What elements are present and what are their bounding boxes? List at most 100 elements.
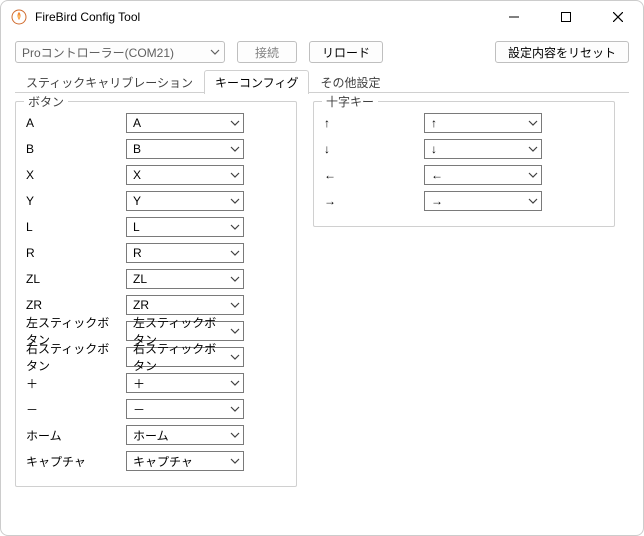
tab-key-config[interactable]: キーコンフィグ [204, 70, 309, 94]
group-dpad: 十字キー ↑↑↓↓←←→→ [313, 101, 615, 227]
mapping-select[interactable]: 右スティックボタン [126, 347, 244, 367]
titlebar: FireBird Config Tool [1, 1, 643, 33]
mapping-row: ↑↑ [324, 110, 604, 136]
mapping-select-value: L [133, 220, 140, 234]
mapping-select-value: 右スティックボタン [133, 340, 225, 374]
app-icon [11, 9, 27, 25]
mapping-select-value: X [133, 168, 141, 182]
mapping-row: YY [26, 188, 286, 214]
mapping-row: ZL ZL [26, 266, 286, 292]
mapping-row: ＋＋ [26, 370, 286, 396]
chevron-down-icon [528, 172, 538, 178]
mapping-label: ZR [26, 298, 118, 312]
mapping-select[interactable]: － [126, 399, 244, 419]
mapping-select[interactable]: ← [424, 165, 542, 185]
reload-button[interactable]: リロード [309, 41, 383, 63]
mapping-label: X [26, 168, 118, 182]
mapping-select-value: ↑ [431, 116, 437, 130]
mapping-label: A [26, 116, 118, 130]
tab-label: その他設定 [320, 76, 380, 90]
mapping-select-value: → [431, 194, 443, 208]
mapping-label: ↑ [324, 116, 416, 130]
mapping-select-value: ZL [133, 272, 147, 286]
chevron-down-icon [230, 328, 240, 334]
tabstrip: スティックキャリブレーション キーコンフィグ その他設定 [1, 69, 643, 93]
mapping-select[interactable]: L [126, 217, 244, 237]
mapping-label: B [26, 142, 118, 156]
app-window: FireBird Config Tool Proコントローラー(COM21) 接… [0, 0, 644, 536]
window-title: FireBird Config Tool [35, 10, 140, 24]
mapping-select[interactable]: X [126, 165, 244, 185]
connect-button-label: 接続 [255, 44, 279, 61]
chevron-down-icon [528, 198, 538, 204]
toolbar: Proコントローラー(COM21) 接続 リロード 設定内容をリセット [1, 33, 643, 69]
mapping-select[interactable]: R [126, 243, 244, 263]
mapping-label: ↓ [324, 142, 416, 156]
maximize-button[interactable] [543, 2, 589, 32]
mapping-row: 右スティックボタン右スティックボタン [26, 344, 286, 370]
mapping-select[interactable]: A [126, 113, 244, 133]
mapping-label: ホーム [26, 427, 118, 444]
chevron-down-icon [230, 432, 240, 438]
connect-button[interactable]: 接続 [237, 41, 297, 63]
chevron-down-icon [230, 224, 240, 230]
mapping-select-value: A [133, 116, 141, 130]
chevron-down-icon [230, 380, 240, 386]
mapping-label: ZL [26, 272, 118, 286]
mapping-select[interactable]: ZR [126, 295, 244, 315]
chevron-down-icon [230, 276, 240, 282]
mapping-label: → [324, 194, 416, 208]
mapping-select-value: キャプチャ [133, 453, 193, 470]
mapping-row: ホームホーム [26, 422, 286, 448]
mapping-select-value: ← [431, 168, 443, 182]
mapping-select[interactable]: 左スティックボタン [126, 321, 244, 341]
minimize-button[interactable] [491, 2, 537, 32]
mapping-select[interactable]: ↓ [424, 139, 542, 159]
chevron-down-icon [230, 354, 240, 360]
tab-content: ボタン AABBXXYYLLRRZLZLZRZR左スティックボタン左スティックボ… [1, 93, 643, 535]
mapping-row: AA [26, 110, 286, 136]
mapping-row: BB [26, 136, 286, 162]
mapping-row: LL [26, 214, 286, 240]
mapping-select-value: － [133, 401, 145, 418]
chevron-down-icon [230, 250, 240, 256]
mapping-select[interactable]: ＋ [126, 373, 244, 393]
mapping-select[interactable]: Y [126, 191, 244, 211]
mapping-row: RR [26, 240, 286, 266]
reset-button[interactable]: 設定内容をリセット [495, 41, 629, 63]
chevron-down-icon [230, 120, 240, 126]
reload-button-label: リロード [322, 44, 370, 61]
tab-label: スティックキャリブレーション [26, 76, 193, 90]
tab-label: キーコンフィグ [215, 76, 298, 90]
mapping-label: R [26, 246, 118, 260]
chevron-down-icon [230, 146, 240, 152]
group-buttons: ボタン AABBXXYYLLRRZLZLZRZR左スティックボタン左スティックボ… [15, 101, 297, 487]
mapping-select[interactable]: B [126, 139, 244, 159]
device-select[interactable]: Proコントローラー(COM21) [15, 41, 225, 63]
mapping-select-value: ＋ [133, 375, 145, 392]
mapping-select[interactable]: キャプチャ [126, 451, 244, 471]
chevron-down-icon [230, 406, 240, 412]
mapping-select[interactable]: ↑ [424, 113, 542, 133]
mapping-select-value: B [133, 142, 141, 156]
close-button[interactable] [595, 2, 641, 32]
mapping-select-value: ZR [133, 298, 149, 312]
mapping-label: L [26, 220, 118, 234]
tab-stick-calibration[interactable]: スティックキャリブレーション [15, 70, 204, 94]
mapping-row: ←← [324, 162, 604, 188]
mapping-select[interactable]: ホーム [126, 425, 244, 445]
chevron-down-icon [230, 198, 240, 204]
chevron-down-icon [528, 146, 538, 152]
mapping-select[interactable]: ZL [126, 269, 244, 289]
group-legend: 十字キー [322, 93, 378, 110]
mapping-select-value: ↓ [431, 142, 437, 156]
chevron-down-icon [230, 302, 240, 308]
reset-button-label: 設定内容をリセット [508, 44, 616, 61]
mapping-row: XX [26, 162, 286, 188]
mapping-row: →→ [324, 188, 604, 214]
mapping-select[interactable]: → [424, 191, 542, 211]
device-select-value: Proコントローラー(COM21) [22, 44, 174, 61]
tab-other-settings[interactable]: その他設定 [309, 70, 391, 94]
mapping-row: ↓↓ [324, 136, 604, 162]
mapping-row: －－ [26, 396, 286, 422]
